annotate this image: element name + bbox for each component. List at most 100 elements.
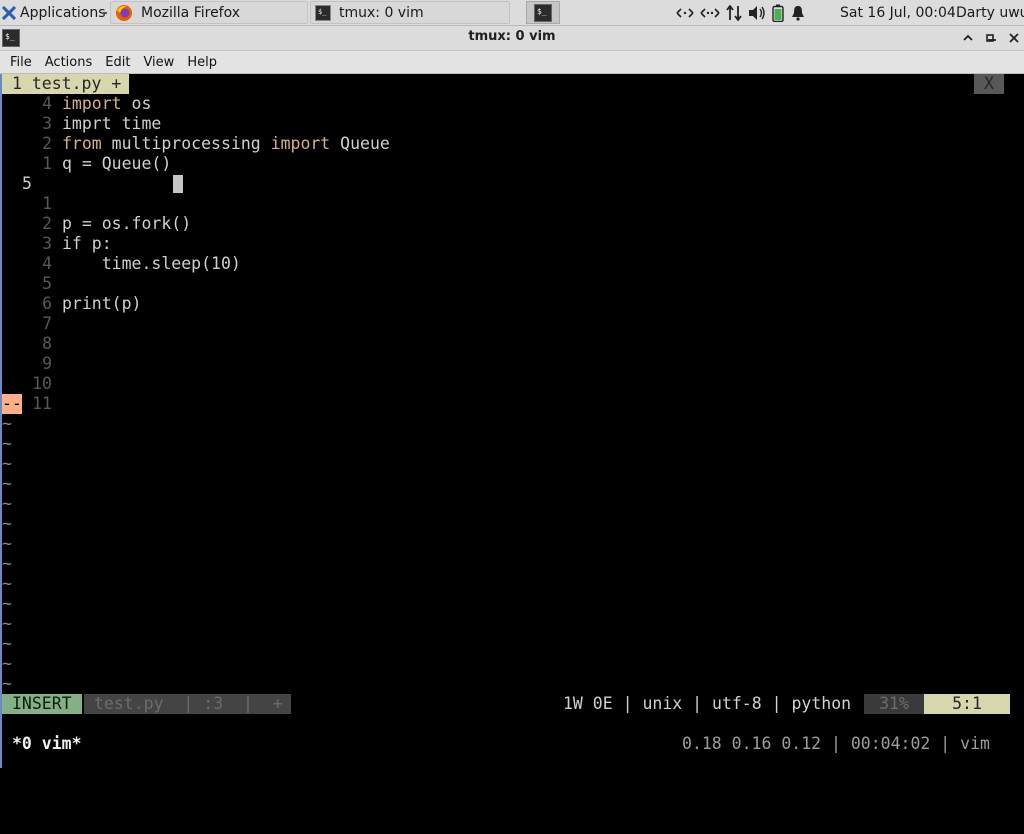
- vim-line-text: print(p): [62, 294, 141, 314]
- system-tray: [676, 0, 806, 25]
- vim-tab-close-button[interactable]: X: [974, 74, 1004, 94]
- terminal-icon: $_: [315, 4, 331, 21]
- battery-icon[interactable]: [772, 4, 784, 22]
- code-text: time.sleep(10): [62, 254, 241, 273]
- code-keyword: import: [270, 134, 331, 153]
- vim-tilde-marker: ~: [2, 654, 12, 673]
- vim-tab-test-py[interactable]: 1 test.py +: [2, 74, 130, 94]
- vim-line-number: 4: [42, 254, 52, 273]
- vim-line[interactable]: 9: [2, 354, 1024, 374]
- vim-tilde-marker: ~: [2, 554, 12, 573]
- menu-view[interactable]: View: [143, 55, 174, 70]
- terminal[interactable]: 1 test.py + X 4 import os 3 imprt time 2 from…: [0, 74, 1024, 768]
- vim-line[interactable]: 1: [2, 194, 1024, 214]
- user-menu[interactable]: Darty uwu: [956, 0, 1024, 25]
- vim-empty-line: ~: [2, 574, 1024, 594]
- svg-text:$_: $_: [537, 7, 547, 16]
- vim-line-number: 5: [22, 174, 32, 193]
- vim-status-percent: 31%: [864, 694, 924, 714]
- terminal-icon: $_: [534, 3, 552, 22]
- code-text: if p:: [62, 234, 112, 253]
- vim-buffer[interactable]: 4 import os 3 imprt time 2 from multiprocessi…: [2, 94, 1024, 694]
- notification-bell-icon[interactable]: [790, 5, 806, 21]
- code-text: multiprocessing: [101, 134, 271, 153]
- vim-line[interactable]: 4 time.sleep(10): [2, 254, 1024, 274]
- vim-tabline: 1 test.py + X: [2, 74, 1024, 94]
- vim-tilde-marker: ~: [2, 494, 12, 513]
- menu-edit[interactable]: Edit: [105, 55, 130, 70]
- vim-empty-line: ~: [2, 674, 1024, 694]
- vim-empty-line: ~: [2, 554, 1024, 574]
- vim-status-filename: test.py | :3 | +: [84, 694, 291, 714]
- vim-empty-line: ~: [2, 434, 1024, 454]
- vim-line[interactable]: 1 q = Queue(): [2, 154, 1024, 174]
- vim-line-text: imprt time: [62, 114, 161, 134]
- close-icon: [1009, 33, 1019, 43]
- xfce-logo-icon: [2, 5, 16, 20]
- vim-empty-line: ~: [2, 634, 1024, 654]
- maximize-square-icon: [986, 34, 994, 42]
- vim-line-number: 3: [42, 114, 52, 133]
- menu-help[interactable]: Help: [187, 55, 217, 70]
- tmux-window-name[interactable]: *0 vim*: [12, 734, 82, 754]
- text-cursor: [173, 175, 183, 193]
- code-text: print(p): [62, 294, 142, 313]
- vim-line-text: from multiprocessing import Queue: [62, 134, 390, 154]
- vim-line[interactable]: 4 import os: [2, 94, 1024, 114]
- vim-empty-line: ~: [2, 654, 1024, 674]
- tmux-status-right: 0.18 0.16 0.12 | 00:04:02 | vim: [682, 734, 990, 753]
- menu-bar: File Actions Edit View Help: [0, 51, 1024, 74]
- code-keyword: import: [62, 94, 122, 113]
- vim-tilde-marker: ~: [2, 674, 12, 693]
- vim-line[interactable]: 5: [2, 274, 1024, 294]
- transfer-arrows-icon[interactable]: [726, 4, 742, 21]
- vim-tilde-marker: ~: [2, 434, 12, 453]
- window-titlebar[interactable]: $_ tmux: 0 vim: [0, 26, 1024, 51]
- vim-tilde-marker: ~: [2, 414, 12, 433]
- vim-line[interactable]: 6 print(p): [2, 294, 1024, 314]
- vim-line-text: p = os.fork(): [62, 214, 191, 234]
- vim-line-text: time.sleep(10): [62, 254, 241, 274]
- vim-line-number: 5: [42, 274, 52, 293]
- close-button[interactable]: [1004, 28, 1024, 48]
- svg-text:$_: $_: [318, 8, 327, 16]
- applications-label: Applications: [20, 4, 106, 21]
- code-text: q = Queue(): [62, 154, 172, 173]
- code-text: imprt time: [62, 114, 162, 133]
- vim-line[interactable]: -- 11: [2, 394, 1024, 414]
- vim-line[interactable]: 5: [2, 174, 1024, 194]
- vim-line[interactable]: 7: [2, 314, 1024, 334]
- taskbar-firefox[interactable]: Mozilla Firefox: [110, 1, 308, 24]
- volume-icon[interactable]: [748, 5, 766, 21]
- taskbar-tmux[interactable]: $_ tmux: 0 vim: [310, 1, 510, 24]
- code-text: p = os.fork(): [62, 214, 192, 233]
- menu-actions[interactable]: Actions: [45, 55, 93, 70]
- vim-line-text: import os: [62, 94, 151, 114]
- vim-line[interactable]: 3 imprt time: [2, 114, 1024, 134]
- restore-button[interactable]: [980, 28, 1000, 48]
- vim-tilde-marker: ~: [2, 634, 12, 653]
- vim-tilde-marker: ~: [2, 534, 12, 553]
- vim-empty-line: ~: [2, 454, 1024, 474]
- code-keyword: from: [62, 134, 102, 153]
- network-icon[interactable]: [700, 6, 720, 20]
- menu-file[interactable]: File: [10, 55, 32, 70]
- vim-empty-line: ~: [2, 614, 1024, 634]
- vim-line[interactable]: 2 from multiprocessing import Queue: [2, 134, 1024, 154]
- minimize-button[interactable]: [958, 28, 978, 48]
- vim-empty-line: ~: [2, 514, 1024, 534]
- vim-line[interactable]: 2 p = os.fork(): [2, 214, 1024, 234]
- taskbar-active-terminal[interactable]: $_: [526, 1, 560, 24]
- vim-line[interactable]: 3 if p:: [2, 234, 1024, 254]
- vim-line-number: 8: [42, 334, 52, 353]
- network-icon[interactable]: [676, 6, 694, 20]
- top-panel: Applications Mozilla Firefox $_ tmux: 0 …: [0, 0, 1024, 26]
- vim-status-position: 5:1: [924, 694, 1010, 714]
- vim-line-number: 11: [32, 394, 52, 413]
- vim-statusline: INSERT test.py | :3 | + 1W 0E | unix | u…: [2, 694, 1024, 714]
- applications-menu[interactable]: Applications: [2, 0, 106, 25]
- vim-line[interactable]: 10: [2, 374, 1024, 394]
- clock[interactable]: Sat 16 Jul, 00:04: [840, 0, 956, 25]
- vim-line-number: 1: [42, 154, 52, 173]
- vim-line[interactable]: 8: [2, 334, 1024, 354]
